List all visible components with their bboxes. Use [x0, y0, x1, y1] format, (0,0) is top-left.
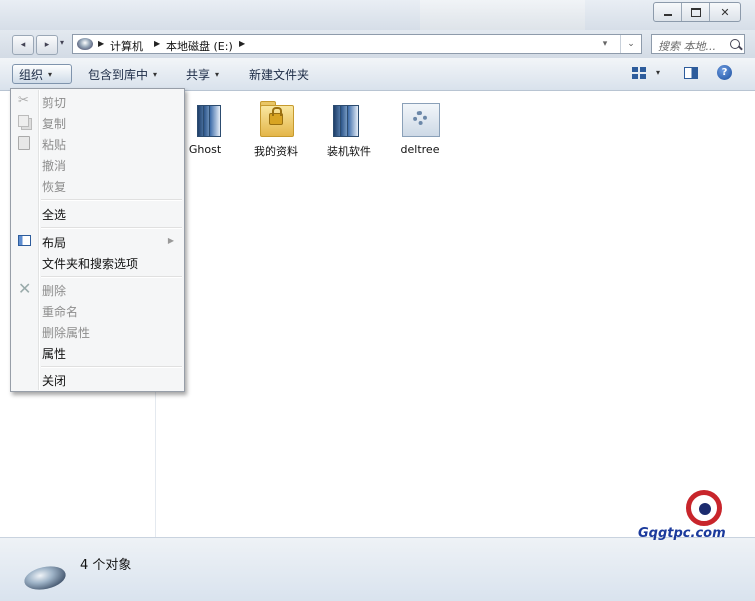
change-view-icon[interactable]	[632, 67, 646, 79]
share-button[interactable]: 共享 ▾	[180, 64, 225, 84]
stacked-folder-icon	[187, 99, 223, 137]
watermark-text: Gqgtpc.com	[638, 526, 726, 541]
command-bar: 组织 ▾ 包含到库中 ▾ 共享 ▾ 新建文件夹 ▾ ?	[0, 58, 755, 91]
menu-item-label: 剪切	[42, 96, 67, 110]
background-window	[420, 0, 585, 30]
share-label: 共享	[186, 67, 211, 82]
menu-item-label: 关闭	[42, 374, 67, 388]
chevron-down-icon: ▾	[48, 69, 53, 79]
menu-item-folder-options[interactable]: 文件夹和搜索选项	[13, 252, 182, 272]
drive-icon	[77, 38, 93, 50]
menu-item-label: 粘贴	[42, 138, 67, 152]
preview-pane-icon[interactable]	[684, 67, 698, 79]
breadcrumb-separator-icon[interactable]: ▶	[154, 39, 160, 48]
forward-button[interactable]: ▸	[36, 35, 58, 55]
menu-item-label: 恢复	[42, 180, 67, 194]
file-item-my-documents[interactable]: 我的资料	[241, 99, 311, 159]
menu-item-label: 文件夹和搜索选项	[42, 257, 139, 271]
maximize-icon	[690, 7, 701, 17]
scissors-icon: ✂	[18, 93, 29, 108]
menu-item-label: 删除属性	[42, 326, 91, 340]
menu-item-rename[interactable]: 重命名	[13, 300, 182, 320]
chevron-down-icon: ▾	[215, 69, 220, 79]
breadcrumb-separator-icon[interactable]: ▶	[239, 39, 245, 48]
menu-item-label: 布局	[42, 236, 67, 250]
minimize-icon	[663, 14, 672, 16]
menu-item-delete[interactable]: ✕ 删除	[13, 279, 182, 299]
help-icon[interactable]: ?	[717, 65, 732, 80]
menu-item-redo[interactable]: 恢复	[13, 175, 182, 195]
organize-menu: ✂ 剪切 复制 粘贴 撤消 恢复 全选 布局 ▶ 文件夹和搜索选项 ✕ 删除 重…	[10, 88, 185, 392]
menu-item-undo[interactable]: 撤消	[13, 154, 182, 174]
layout-icon	[18, 234, 32, 248]
menu-item-label: 删除	[42, 284, 67, 298]
file-label: deltree	[400, 143, 440, 156]
minimize-button[interactable]	[654, 3, 682, 21]
menu-item-label: 重命名	[42, 305, 79, 319]
menu-separator	[41, 276, 182, 278]
copy-icon	[18, 115, 32, 129]
chevron-down-icon: ▾	[153, 69, 158, 79]
address-row: ◂ ▸ ▾ ▶ 计算机 ▶ 本地磁盘 (E:) ▶ ▾ ⌄ 搜索 本地...	[0, 30, 755, 58]
view-options-dropdown[interactable]: ▾	[656, 68, 660, 77]
close-icon: ✕	[720, 5, 730, 19]
locked-folder-icon	[258, 99, 294, 137]
address-history-dropdown[interactable]: ▾	[597, 36, 613, 52]
menu-item-copy[interactable]: 复制	[13, 112, 182, 132]
title-bar: ✕	[0, 0, 755, 30]
menu-separator	[41, 227, 182, 229]
file-item-deltree[interactable]: deltree	[385, 99, 455, 156]
menu-item-properties[interactable]: 属性	[13, 342, 182, 362]
menu-separator	[41, 199, 182, 201]
menu-item-remove-properties[interactable]: 删除属性	[13, 321, 182, 341]
address-bar[interactable]: ▶ 计算机 ▶ 本地磁盘 (E:) ▶ ▾ ⌄	[72, 34, 642, 54]
menu-item-cut[interactable]: ✂ 剪切	[13, 91, 182, 111]
status-bar: 4 个对象	[0, 537, 755, 601]
stacked-folder-icon	[331, 99, 367, 137]
maximize-button[interactable]	[682, 3, 710, 21]
recent-pages-dropdown[interactable]: ▾	[60, 38, 64, 47]
drive-icon	[22, 562, 68, 594]
breadcrumb-separator-icon[interactable]: ▶	[98, 39, 104, 48]
include-library-label: 包含到库中	[88, 67, 149, 82]
breadcrumb-local-disk[interactable]: 本地磁盘 (E:)	[166, 38, 233, 54]
gear-file-icon	[402, 99, 440, 137]
close-button[interactable]: ✕	[710, 3, 740, 21]
new-folder-button[interactable]: 新建文件夹	[243, 64, 315, 84]
file-item-install-software[interactable]: 装机软件	[314, 99, 384, 159]
menu-item-close[interactable]: 关闭	[13, 369, 182, 389]
menu-item-paste[interactable]: 粘贴	[13, 133, 182, 153]
back-arrow-icon: ◂	[20, 40, 26, 50]
breadcrumb-computer[interactable]: 计算机	[110, 38, 143, 54]
file-label: 装机软件	[327, 145, 371, 158]
watermark-logo-icon	[686, 490, 722, 526]
include-library-button[interactable]: 包含到库中 ▾	[82, 64, 163, 84]
menu-separator	[41, 366, 182, 368]
item-count: 4 个对象	[80, 558, 132, 573]
menu-item-layout[interactable]: 布局 ▶	[13, 231, 182, 251]
file-label: 我的资料	[254, 145, 298, 158]
menu-item-label: 属性	[42, 347, 67, 361]
forward-arrow-icon: ▸	[44, 40, 50, 50]
search-icon[interactable]	[730, 39, 740, 49]
organize-button[interactable]: 组织 ▾	[12, 64, 72, 84]
menu-item-label: 复制	[42, 117, 67, 131]
refresh-dropdown[interactable]: ⌄	[620, 35, 641, 53]
search-input[interactable]: 搜索 本地...	[651, 34, 745, 54]
back-button[interactable]: ◂	[12, 35, 34, 55]
chevron-right-icon: ▶	[167, 236, 174, 245]
menu-item-select-all[interactable]: 全选	[13, 203, 182, 223]
menu-item-label: 撤消	[42, 159, 67, 173]
menu-item-label: 全选	[42, 208, 67, 222]
delete-icon: ✕	[18, 279, 32, 298]
new-folder-label: 新建文件夹	[249, 67, 310, 82]
organize-label: 组织	[19, 67, 44, 82]
search-placeholder: 搜索 本地...	[658, 40, 716, 53]
window-controls: ✕	[653, 2, 741, 22]
paste-icon	[18, 136, 32, 150]
